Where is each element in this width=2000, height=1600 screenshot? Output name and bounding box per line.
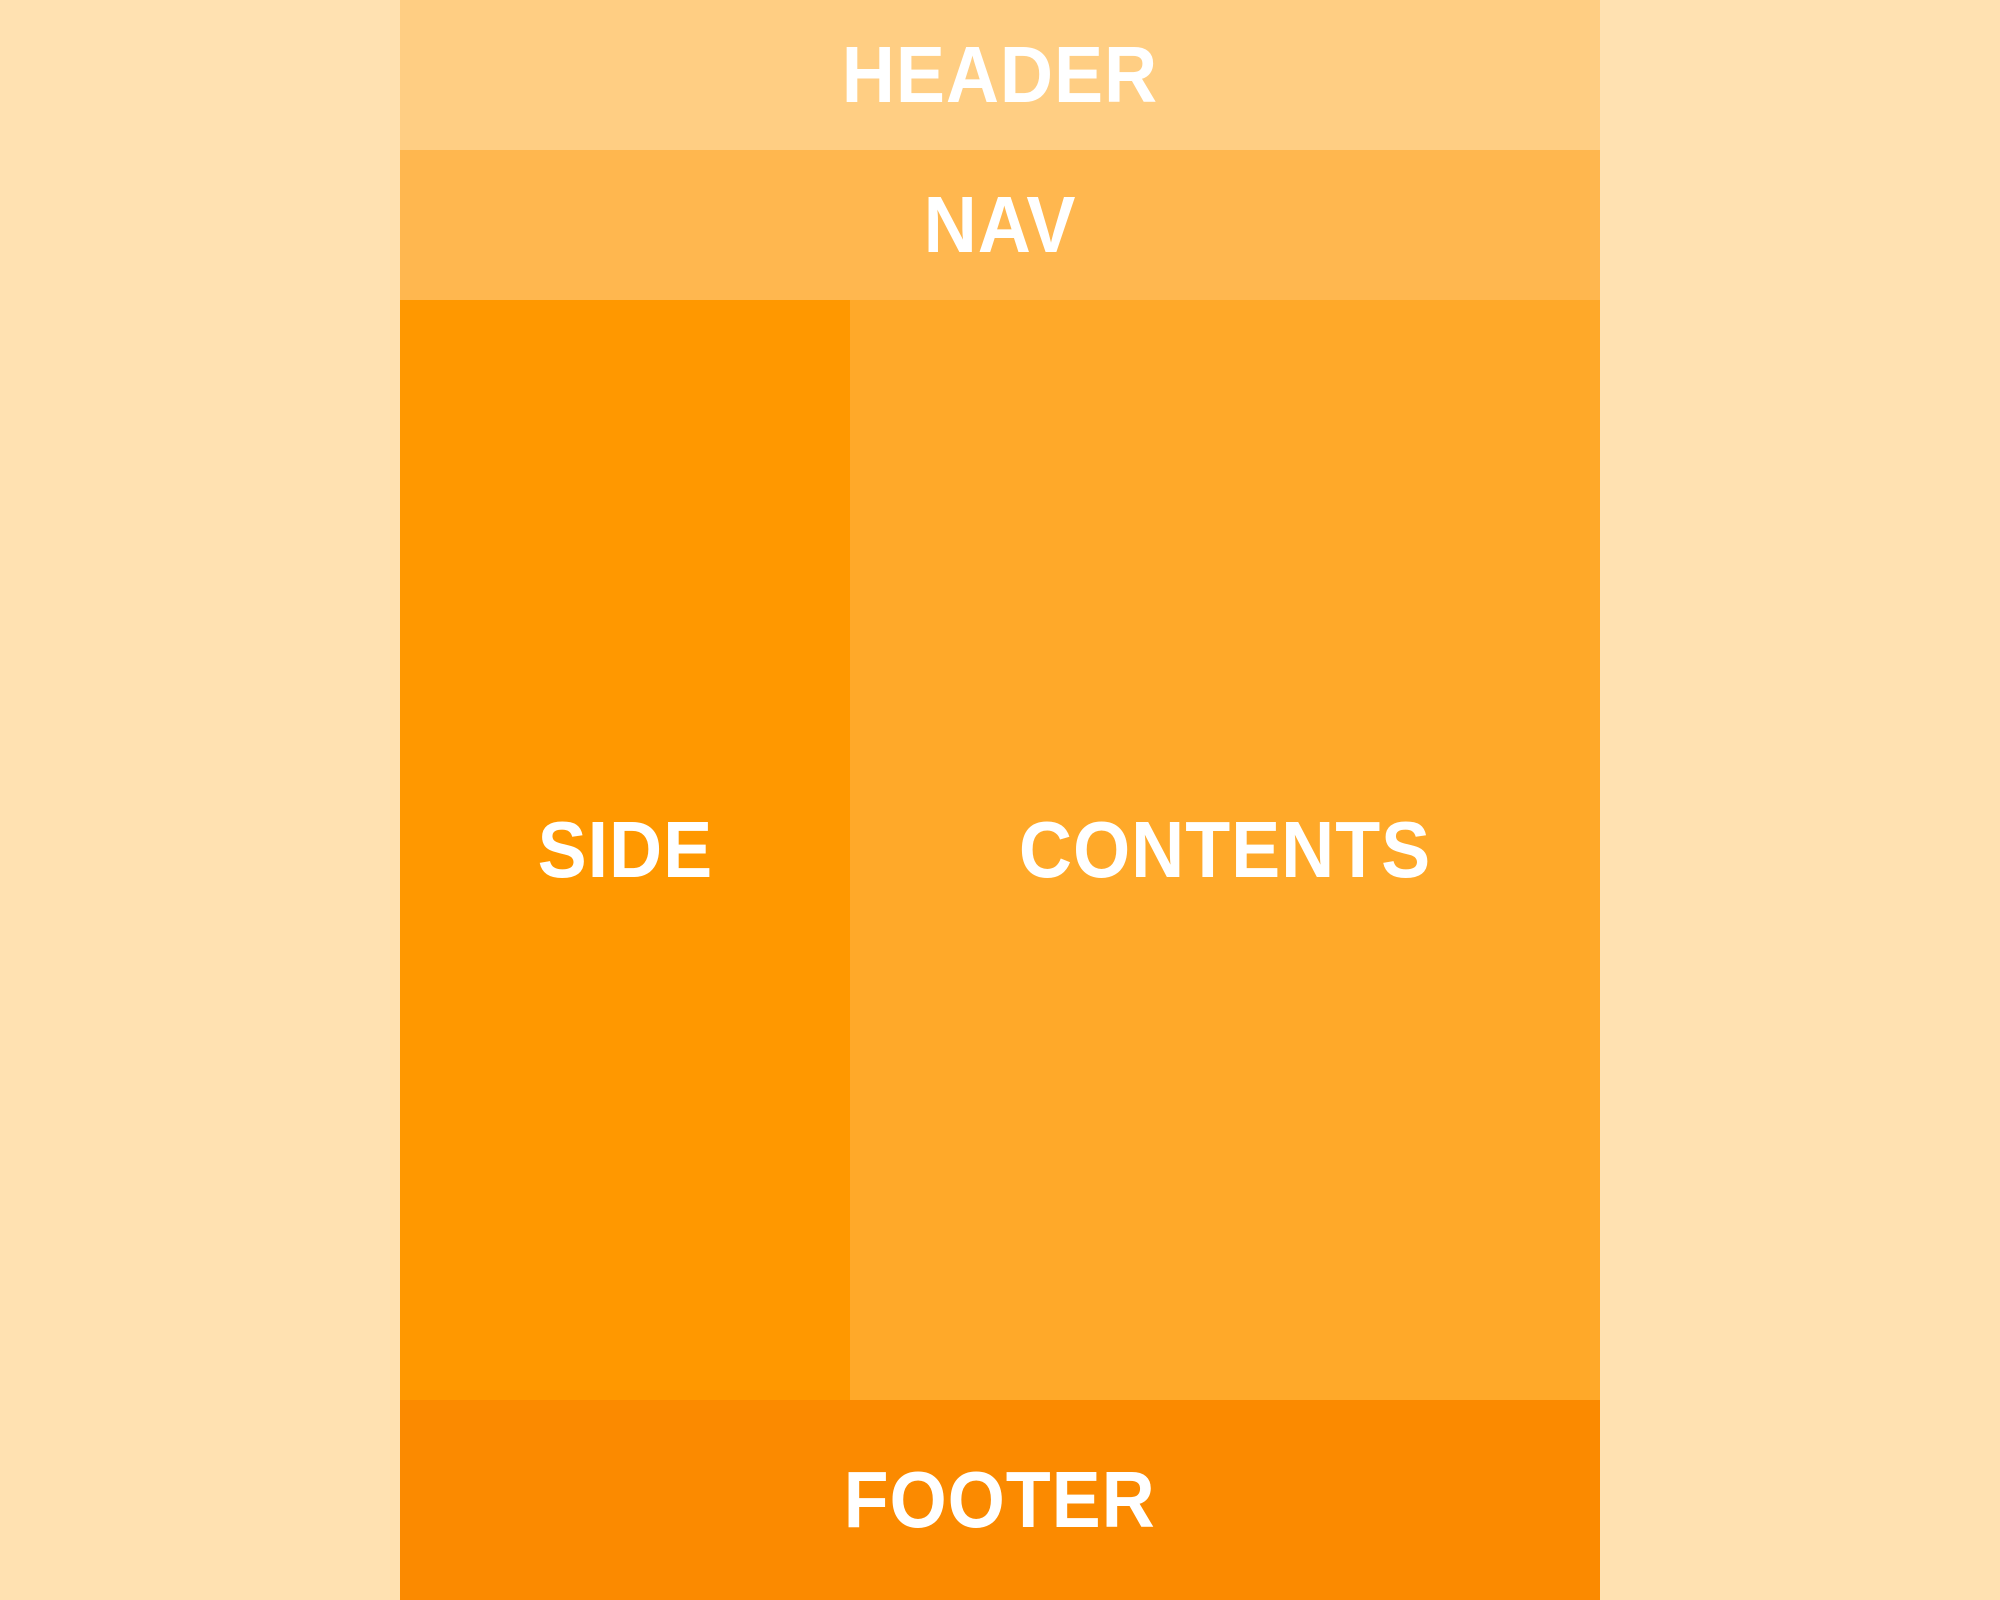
side-region: SIDE bbox=[400, 300, 850, 1400]
header-region: HEADER bbox=[400, 0, 1600, 150]
footer-region: FOOTER bbox=[400, 1400, 1600, 1600]
footer-label: FOOTER bbox=[843, 1455, 1157, 1544]
nav-label: NAV bbox=[923, 180, 1077, 269]
header-label: HEADER bbox=[841, 30, 1159, 119]
contents-region: CONTENTS bbox=[850, 300, 1600, 1400]
contents-label: CONTENTS bbox=[1018, 805, 1432, 894]
page-layout-diagram: HEADER NAV SIDE CONTENTS FOOTER bbox=[400, 0, 1600, 1600]
side-label: SIDE bbox=[537, 805, 713, 894]
nav-region: NAV bbox=[400, 150, 1600, 300]
